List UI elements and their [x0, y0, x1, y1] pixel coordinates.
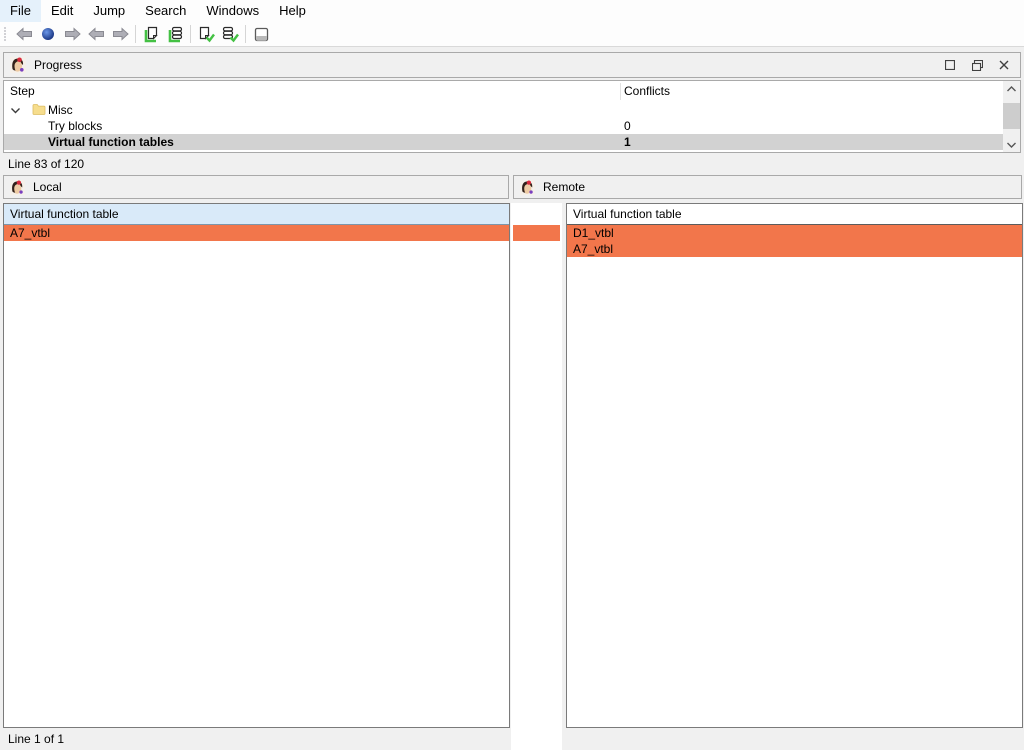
apply-file-button[interactable]: [194, 23, 218, 45]
toolbar-separator: [245, 25, 246, 43]
local-list-item-a7-vtbl[interactable]: A7_vtbl: [4, 225, 509, 241]
close-button[interactable]: [992, 56, 1016, 74]
next-conflict-icon: [112, 26, 129, 42]
scroll-up-button[interactable]: [1003, 81, 1020, 96]
restore-icon: [972, 60, 983, 71]
toolbar-separator: [190, 25, 191, 43]
row-label: Try blocks: [48, 119, 102, 133]
close-icon: [999, 60, 1009, 70]
chevron-down-icon[interactable]: [10, 105, 21, 116]
prev-conflict-icon: [88, 26, 105, 42]
column-header-step[interactable]: Step: [10, 84, 35, 98]
app-ida-icon: [10, 57, 26, 73]
app-ida-icon: [10, 180, 25, 195]
local-list-pane: Virtual function table A7_vtbl: [3, 203, 510, 728]
nav-back-icon: [16, 26, 33, 42]
table-row-misc[interactable]: Misc: [4, 102, 1003, 118]
table-row-try-blocks[interactable]: Try blocks 0: [4, 118, 1003, 134]
menu-windows[interactable]: Windows: [196, 0, 269, 22]
local-pane-title: Local: [33, 180, 62, 194]
apply-file-icon: [197, 26, 215, 43]
row-label: Virtual function tables: [48, 135, 174, 149]
take-local-file-button[interactable]: [139, 23, 163, 45]
window-icon: [253, 26, 270, 43]
local-titlebar[interactable]: Local: [3, 175, 509, 199]
toolbar-grip[interactable]: [4, 33, 6, 35]
app-ida-icon: [520, 180, 535, 195]
remote-list-pane: Virtual function table D1_vtbl A7_vtbl: [566, 203, 1023, 728]
toolbar: [0, 22, 1024, 47]
remote-pane-title: Remote: [543, 180, 585, 194]
toolbar-separator: [135, 25, 136, 43]
nav-forward-icon: [64, 26, 81, 42]
menu-search[interactable]: Search: [135, 0, 196, 22]
nav-forward-button[interactable]: [60, 23, 84, 45]
menu-jump[interactable]: Jump: [83, 0, 135, 22]
remote-titlebar[interactable]: Remote: [513, 175, 1022, 199]
chevron-down-icon: [1007, 142, 1016, 148]
progress-titlebar[interactable]: Progress: [3, 52, 1021, 78]
apply-database-button[interactable]: [218, 23, 242, 45]
current-position-button[interactable]: [36, 23, 60, 45]
row-label: Misc: [48, 103, 73, 117]
progress-title: Progress: [34, 58, 82, 72]
take-local-database-button[interactable]: [163, 23, 187, 45]
bottom-status-line: Line 1 of 1: [8, 732, 64, 746]
conflict-link-block[interactable]: [513, 225, 560, 241]
menu-bar: File Edit Jump Search Windows Help: [0, 0, 1024, 22]
vertical-scrollbar[interactable]: [1003, 81, 1020, 152]
table-row-virtual-function-tables[interactable]: Virtual function tables 1: [4, 134, 1003, 150]
next-conflict-button[interactable]: [108, 23, 132, 45]
scroll-down-button[interactable]: [1003, 137, 1020, 152]
column-header-conflicts[interactable]: Conflicts: [624, 84, 670, 98]
folder-icon: [32, 103, 46, 116]
remote-list-item-d1-vtbl[interactable]: D1_vtbl: [567, 225, 1022, 241]
row-conflicts-value: 1: [624, 135, 631, 149]
progress-table: Step Conflicts Misc Try blocks 0 Virtual…: [3, 80, 1021, 153]
progress-status-line: Line 83 of 120: [8, 157, 84, 171]
menu-help[interactable]: Help: [269, 0, 316, 22]
local-column-header[interactable]: Virtual function table: [4, 204, 509, 225]
menu-edit[interactable]: Edit: [41, 0, 83, 22]
progress-table-header: Step Conflicts: [4, 81, 1020, 102]
maximize-icon: [945, 60, 955, 70]
column-divider: [620, 83, 621, 100]
restore-button[interactable]: [965, 56, 989, 74]
take-local-file-icon: [143, 26, 160, 43]
remote-column-header[interactable]: Virtual function table: [567, 204, 1022, 225]
current-position-sphere-icon: [40, 26, 56, 42]
apply-database-icon: [221, 26, 239, 43]
take-local-database-icon: [167, 26, 184, 43]
nav-back-button[interactable]: [12, 23, 36, 45]
merge-gutter: [511, 203, 562, 750]
maximize-button[interactable]: [938, 56, 962, 74]
chevron-up-icon: [1007, 86, 1016, 92]
remote-list-item-a7-vtbl[interactable]: A7_vtbl: [567, 241, 1022, 257]
window-button[interactable]: [249, 23, 273, 45]
scrollbar-thumb[interactable]: [1003, 103, 1020, 129]
row-conflicts-value: 0: [624, 119, 631, 133]
prev-conflict-button[interactable]: [84, 23, 108, 45]
menu-file[interactable]: File: [0, 0, 41, 22]
